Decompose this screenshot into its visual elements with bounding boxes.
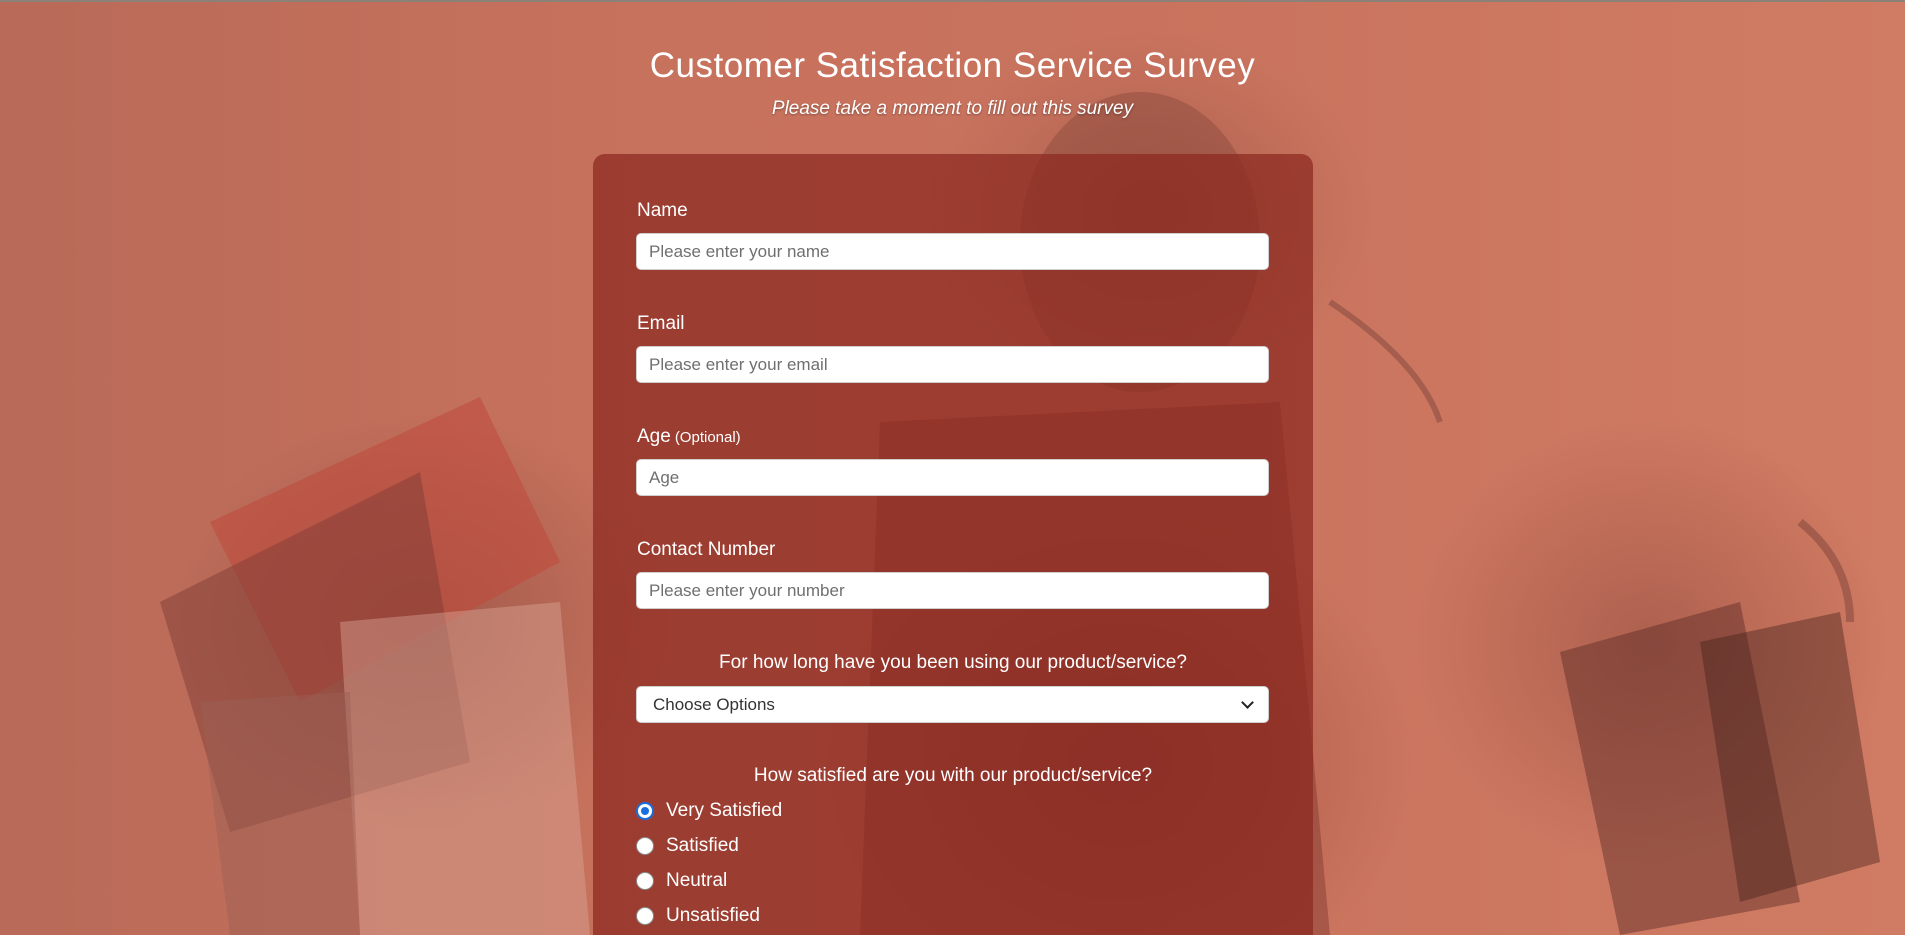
- duration-question: For how long have you been using our pro…: [719, 652, 1187, 673]
- radio-option-very-satisfied[interactable]: Very Satisfied: [636, 799, 782, 823]
- satisfaction-question: How satisfied are you with our product/s…: [753, 765, 1153, 786]
- name-input[interactable]: [636, 233, 1269, 270]
- radio-label: Satisfied: [666, 835, 739, 856]
- radio-button[interactable]: [636, 872, 654, 890]
- contact-label: Contact Number: [637, 539, 775, 561]
- age-label: Age (Optional): [637, 426, 741, 448]
- email-label-text: Email: [637, 313, 685, 334]
- name-label: Name: [637, 200, 688, 222]
- name-label-text: Name: [637, 200, 688, 221]
- duration-select-value: Choose Options: [653, 694, 775, 714]
- radio-label: Neutral: [666, 870, 728, 891]
- contact-number-input[interactable]: [636, 572, 1269, 609]
- duration-select[interactable]: Choose Options: [636, 686, 1269, 723]
- contact-label-text: Contact Number: [637, 539, 776, 560]
- age-input[interactable]: [636, 459, 1269, 496]
- radio-option-neutral[interactable]: Neutral: [636, 869, 727, 893]
- age-label-text: Age: [637, 426, 671, 447]
- survey-form-card: Name Email Age(Optional) Contact Number …: [593, 154, 1313, 935]
- radio-option-satisfied[interactable]: Satisfied: [636, 834, 739, 858]
- page-title: Customer Satisfaction Service Survey: [649, 46, 1256, 85]
- email-input[interactable]: [636, 346, 1269, 383]
- radio-button[interactable]: [636, 802, 654, 820]
- age-optional-note: (Optional): [674, 429, 741, 446]
- radio-button[interactable]: [636, 837, 654, 855]
- chevron-down-icon: [1241, 696, 1254, 709]
- radio-label: Unsatisfied: [666, 905, 760, 926]
- radio-label: Very Satisfied: [666, 800, 783, 821]
- page-subtitle: Please take a moment to fill out this su…: [771, 98, 1134, 119]
- radio-button[interactable]: [636, 907, 654, 925]
- email-label: Email: [637, 313, 685, 335]
- radio-option-unsatisfied[interactable]: Unsatisfied: [636, 904, 760, 928]
